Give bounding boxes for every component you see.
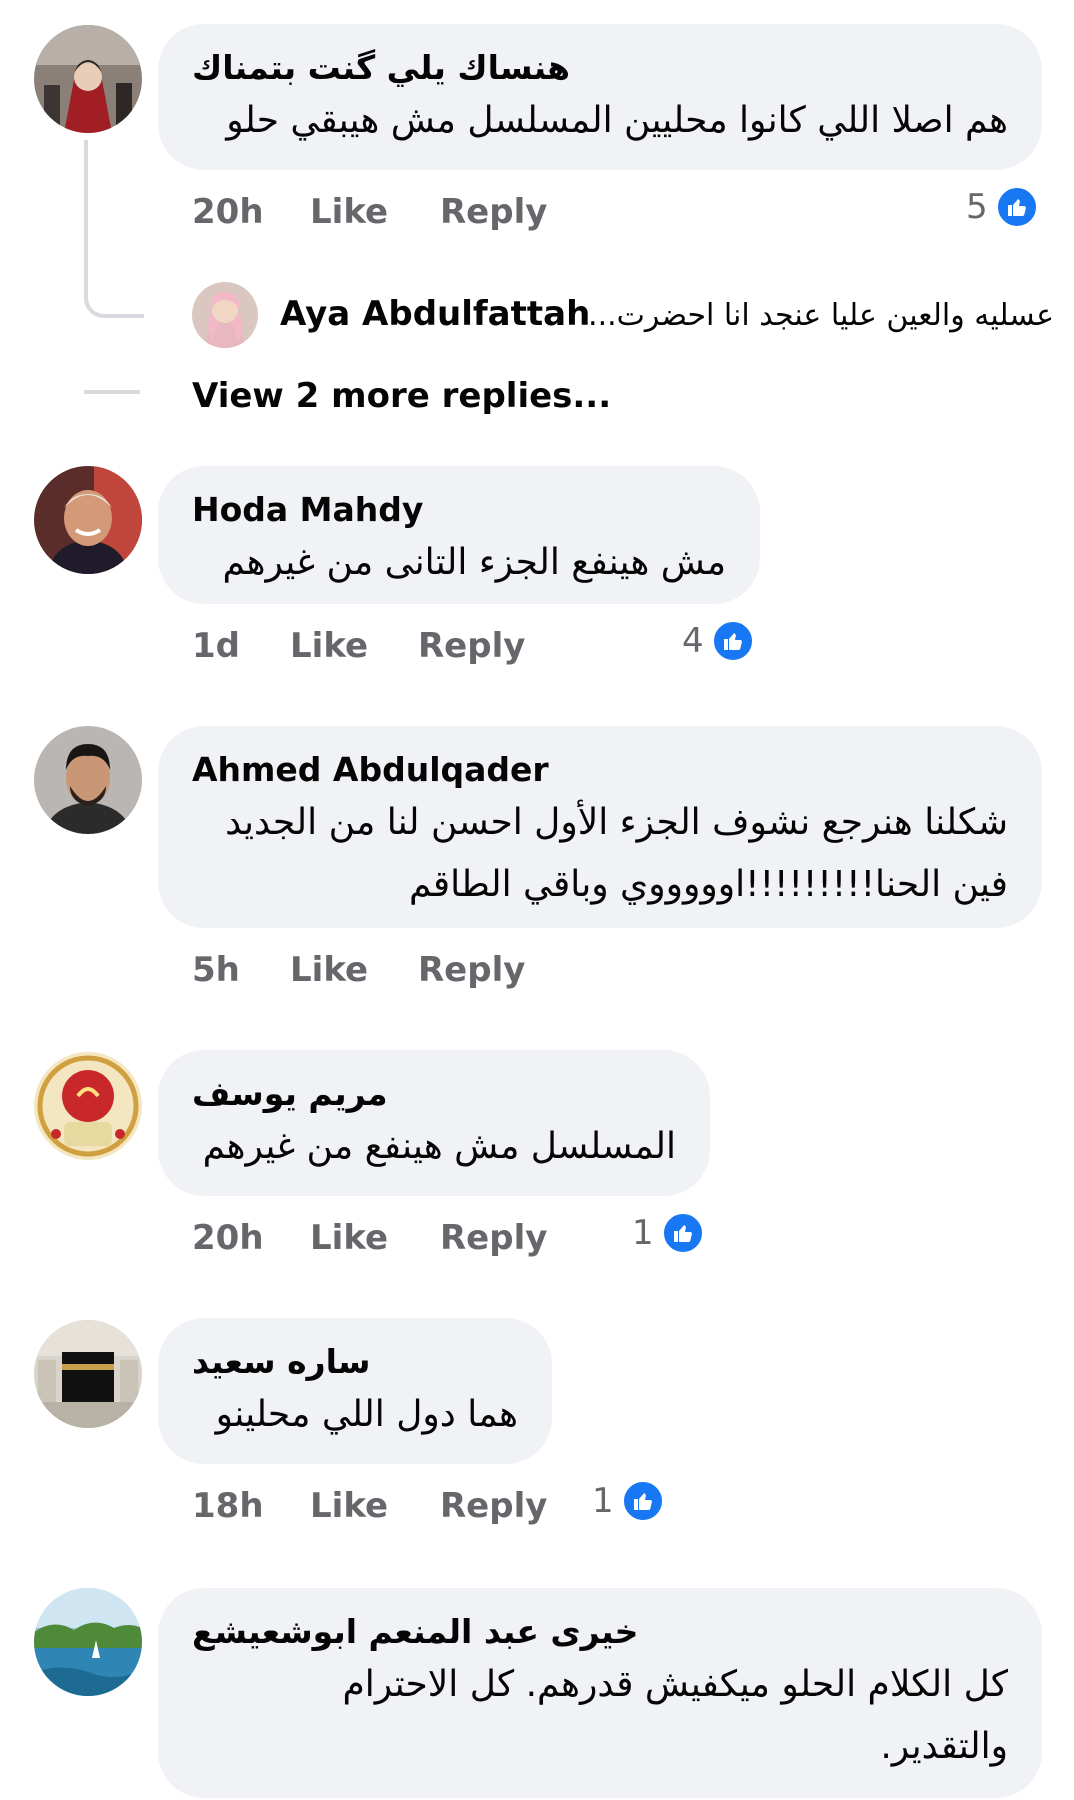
comment-bubble: Ahmed Abdulqader شكلنا هنرجع نشوف الجزء …: [158, 726, 1042, 928]
like-button[interactable]: Like: [290, 950, 368, 990]
thumbs-up-icon: [661, 1212, 704, 1254]
reaction-count[interactable]: 4: [682, 620, 754, 662]
comment-author[interactable]: خيرى عبد المنعم ابوشعيشع: [192, 1610, 1008, 1654]
comment-bubble: مريم يوسف المسلسل مش هينفع من غيرهم: [158, 1050, 710, 1196]
like-button[interactable]: Like: [310, 1486, 388, 1526]
comment-text: شكلنا هنرجع نشوف الجزء الأول احسن لنا من…: [225, 802, 1008, 843]
comment-time[interactable]: 20h: [192, 192, 264, 232]
reply-button[interactable]: Reply: [418, 950, 525, 990]
comment-text: هم اصلا اللي كانوا محليين المسلسل مش هيب…: [226, 100, 1008, 141]
avatar[interactable]: [34, 726, 142, 834]
comment-text: المسلسل مش هينفع من غيرهم: [202, 1126, 676, 1167]
thread-line-view-more: [84, 300, 140, 394]
reaction-number: 1: [592, 1481, 614, 1521]
comment-author[interactable]: مريم يوسف: [192, 1072, 676, 1116]
reaction-count[interactable]: 1: [632, 1212, 704, 1254]
reply-button[interactable]: Reply: [418, 626, 525, 666]
reply-button[interactable]: Reply: [440, 1218, 547, 1258]
avatar[interactable]: [192, 282, 258, 348]
thread-line-reply: [84, 140, 144, 318]
comment-author[interactable]: ساره سعيد: [192, 1340, 518, 1384]
thumbs-up-icon: [711, 620, 754, 662]
reply-preview-text[interactable]: عسليه والعين عليا عنجد انا احضرت...: [574, 294, 1054, 338]
comment-text: هما دول اللي محلينو: [215, 1394, 518, 1435]
comment-time[interactable]: 5h: [192, 950, 240, 990]
thumbs-up-icon: [621, 1480, 664, 1522]
comment-text: والتقدير.: [880, 1726, 1008, 1767]
view-more-replies[interactable]: View 2 more replies...: [192, 374, 611, 418]
avatar[interactable]: [34, 466, 142, 574]
reply-preview-author[interactable]: Aya Abdulfattah: [280, 292, 590, 336]
comment-time[interactable]: 1d: [192, 626, 240, 666]
like-button[interactable]: Like: [310, 1218, 388, 1258]
reaction-count[interactable]: 5: [966, 186, 1038, 228]
reaction-number: 4: [682, 621, 704, 661]
comment-author[interactable]: Ahmed Abdulqader: [192, 748, 1008, 792]
reply-button[interactable]: Reply: [440, 192, 547, 232]
reaction-number: 1: [632, 1213, 654, 1253]
comment-time[interactable]: 18h: [192, 1486, 264, 1526]
like-button[interactable]: Like: [290, 626, 368, 666]
avatar[interactable]: [34, 25, 142, 133]
reply-button[interactable]: Reply: [440, 1486, 547, 1526]
reaction-count[interactable]: 1: [592, 1480, 664, 1522]
comment-author[interactable]: Hoda Mahdy: [192, 488, 726, 532]
thumbs-up-icon: [995, 186, 1038, 228]
avatar[interactable]: [34, 1588, 142, 1696]
like-button[interactable]: Like: [310, 192, 388, 232]
comment-time[interactable]: 20h: [192, 1218, 264, 1258]
comment-author[interactable]: هنساك يلي گنت بتمناك: [192, 46, 1008, 90]
comment-bubble: ساره سعيد هما دول اللي محلينو: [158, 1318, 552, 1464]
comment-bubble: Hoda Mahdy مش هينفع الجزء التانى من غيره…: [158, 466, 760, 604]
comment-bubble: هنساك يلي گنت بتمناك هم اصلا اللي كانوا …: [158, 24, 1042, 170]
avatar[interactable]: [34, 1320, 142, 1428]
reaction-number: 5: [966, 187, 988, 227]
comment-bubble: خيرى عبد المنعم ابوشعيشع كل الكلام الحلو…: [158, 1588, 1042, 1798]
comment-text: فين الحنا!!!!!!!!!اوووووي وباقي الطاقم: [408, 864, 1008, 905]
comment-text: مش هينفع الجزء التانى من غيرهم: [222, 542, 727, 583]
comment-text: كل الكلام الحلو ميكفيش قدرهم. كل الاحترا…: [342, 1664, 1009, 1705]
avatar[interactable]: [34, 1052, 142, 1160]
